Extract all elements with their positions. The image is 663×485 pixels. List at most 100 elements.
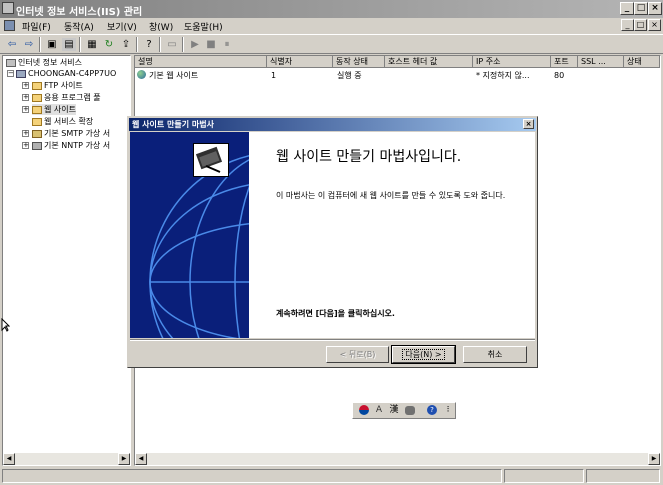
cell-ip-address: * 지정하지 않...: [476, 71, 530, 80]
menu-file[interactable]: 파일(F): [22, 20, 51, 33]
iis-app-icon: [2, 2, 14, 14]
dialog-title-bar[interactable]: 웹 사이트 만들기 마법사 ×: [129, 118, 536, 131]
cancel-button[interactable]: 취소: [463, 346, 527, 363]
expand-toggle[interactable]: +: [22, 94, 29, 101]
ime-help-icon[interactable]: ?: [425, 404, 439, 417]
cell-port: 80: [554, 71, 565, 80]
mdi-restore-button[interactable]: □: [634, 19, 647, 31]
tree-item-app-pools[interactable]: 응용 프로그램 풀: [32, 92, 101, 103]
nntp-icon: [32, 141, 42, 150]
scroll-left-button[interactable]: ◀: [135, 453, 147, 465]
folder-icon: [32, 93, 42, 102]
column-header-status[interactable]: 상태: [624, 56, 660, 68]
dialog-close-button[interactable]: ×: [523, 119, 534, 129]
menu-view[interactable]: 보기(V): [107, 20, 137, 33]
toolbar-separator: [182, 37, 184, 52]
cell-state: 실행 중: [337, 71, 362, 80]
dialog-separator: [130, 339, 535, 341]
column-header-host-header[interactable]: 호스트 헤더 값: [385, 56, 473, 68]
toolbar: ⇦ ⇨ ▣ ▤ ▦ ↻ ⇪ ? ▭ ▶ ■ ⏸: [0, 34, 663, 54]
computer-icon: [16, 69, 26, 78]
tree-item-nntp[interactable]: 기본 NNTP 가상 서: [32, 140, 110, 151]
column-header-description[interactable]: 설명: [135, 56, 267, 68]
tree-item-websites[interactable]: 웹 사이트: [32, 104, 76, 115]
smtp-icon: [32, 129, 42, 138]
scroll-right-button[interactable]: ▶: [648, 453, 660, 465]
stop-icon[interactable]: ■: [204, 38, 218, 51]
status-cell-main: [2, 469, 502, 483]
scroll-left-button[interactable]: ◀: [3, 453, 15, 465]
show-tree-icon[interactable]: ▤: [62, 38, 76, 51]
window-title: 인터넷 정보 서비스(IIS) 관리: [16, 7, 143, 18]
properties-icon[interactable]: ▦: [85, 38, 99, 51]
wizard-description: 이 마법사는 이 컴퓨터에 새 웹 사이트를 만들 수 있도록 도와 줍니다.: [276, 191, 506, 200]
wizard-heading: 웹 사이트 만들기 마법사입니다.: [276, 149, 462, 165]
expand-toggle[interactable]: +: [22, 142, 29, 149]
wizard-instruction: 계속하려면 [다음]을 클릭하십시오.: [276, 309, 395, 318]
computer-icon[interactable]: ▭: [165, 38, 179, 51]
column-header-port[interactable]: 포트: [551, 56, 578, 68]
back-button[interactable]: < 뒤로(B): [326, 346, 389, 363]
mdi-minimize-button[interactable]: _: [621, 19, 634, 31]
back-arrow-icon[interactable]: ⇦: [5, 38, 19, 51]
help-icon[interactable]: ?: [142, 38, 156, 51]
tree-computer[interactable]: CHOONGAN-C4PP7UO: [16, 68, 116, 79]
status-cell-tertiary: [586, 469, 660, 483]
mdi-document-icon[interactable]: [4, 20, 15, 31]
hanja-button[interactable]: 漢: [387, 404, 401, 417]
toolbar-separator: [79, 37, 81, 52]
folder-icon: [32, 117, 42, 126]
ime-mode-button[interactable]: A: [372, 404, 386, 417]
menu-bar: 파일(F) 동작(A) 보기(V) 창(W) 도움말(H): [0, 18, 663, 33]
collapse-toggle[interactable]: −: [7, 70, 14, 77]
mouse-cursor-icon: [1, 317, 11, 335]
wizard-banner: [130, 132, 249, 338]
column-header-state[interactable]: 동작 상태: [333, 56, 385, 68]
tree-item-web-service-ext[interactable]: 웹 서비스 확장: [32, 116, 93, 127]
expand-toggle[interactable]: +: [22, 106, 29, 113]
tree-root[interactable]: 인터넷 정보 서비스: [6, 57, 82, 68]
scroll-right-button[interactable]: ▶: [118, 453, 130, 465]
up-level-icon[interactable]: ▣: [45, 38, 59, 51]
menu-help[interactable]: 도움말(H): [184, 20, 223, 33]
refresh-icon[interactable]: ↻: [102, 38, 116, 51]
folder-icon: [32, 105, 42, 114]
cell-description: 기본 웹 사이트: [149, 71, 199, 80]
column-header-identifier[interactable]: 식별자: [267, 56, 333, 68]
mdi-close-button[interactable]: ×: [648, 19, 661, 31]
menu-action[interactable]: 동작(A): [64, 20, 94, 33]
column-header-ssl[interactable]: SSL ...: [578, 56, 624, 68]
forward-arrow-icon[interactable]: ⇨: [22, 38, 36, 51]
maximize-button[interactable]: □: [634, 2, 648, 15]
list-horizontal-scrollbar[interactable]: ◀ ▶: [135, 453, 660, 465]
folder-icon: [32, 81, 42, 90]
globe-graphic: [149, 155, 249, 338]
expand-toggle[interactable]: +: [22, 82, 29, 89]
handwriting-pad-icon[interactable]: [403, 404, 417, 417]
korean-flag-icon[interactable]: [357, 404, 371, 417]
next-button[interactable]: 다음(N) >: [391, 345, 456, 364]
dialog-title: 웹 사이트 만들기 마법사: [132, 120, 214, 129]
window-title-bar[interactable]: 인터넷 정보 서비스(IIS) 관리 _ □ ×: [0, 0, 663, 18]
export-list-icon[interactable]: ⇪: [119, 38, 133, 51]
expand-toggle[interactable]: +: [22, 130, 29, 137]
start-icon[interactable]: ▶: [188, 38, 202, 51]
toolbar-separator: [136, 37, 138, 52]
tree-item-smtp[interactable]: 기본 SMTP 가상 서: [32, 128, 110, 139]
ime-options-icon[interactable]: ⁝: [441, 404, 455, 417]
wizard-content: 웹 사이트 만들기 마법사입니다. 이 마법사는 이 컴퓨터에 새 웹 사이트를…: [249, 132, 535, 338]
minimize-button[interactable]: _: [620, 2, 634, 15]
toolbar-separator: [39, 37, 41, 52]
menu-window[interactable]: 창(W): [149, 20, 173, 33]
tree-horizontal-scrollbar[interactable]: ◀ ▶: [3, 453, 130, 465]
website-wizard-dialog: 웹 사이트 만들기 마법사 × 웹 사이트 만들기 마법사입니다. 이 마법사는…: [127, 116, 538, 368]
close-button[interactable]: ×: [648, 2, 662, 15]
tree-pane[interactable]: 인터넷 정보 서비스 − CHOONGAN-C4PP7UO + FTP 사이트 …: [2, 55, 131, 466]
status-cell-secondary: [504, 469, 584, 483]
column-header-ip-address[interactable]: IP 주소: [473, 56, 551, 68]
pause-icon[interactable]: ⏸: [220, 38, 234, 51]
wizard-book-icon: [193, 143, 229, 177]
cell-identifier: 1: [271, 71, 277, 80]
toolbar-separator: [159, 37, 161, 52]
tree-item-ftp[interactable]: FTP 사이트: [32, 80, 83, 91]
